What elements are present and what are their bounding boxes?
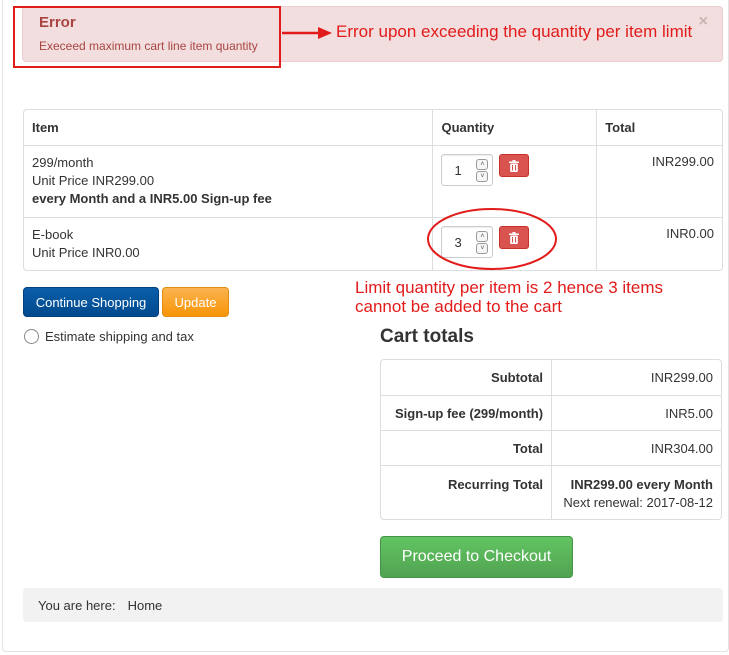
signup-fee-value: INR5.00	[551, 395, 721, 430]
table-header-row: Item Quantity Total	[24, 110, 722, 146]
remove-item-button[interactable]	[499, 154, 530, 177]
totals-row: Subtotal INR299.00	[381, 360, 721, 395]
totals-row: Total INR304.00	[381, 430, 721, 465]
page-frame	[2, 0, 729, 652]
breadcrumb-prefix: You are here:	[38, 597, 116, 613]
annotation-ellipse	[427, 208, 557, 270]
table-row: 299/month Unit Price INR299.00 every Mon…	[24, 146, 722, 217]
item-note: every Month and a INR5.00 Sign-up fee	[32, 191, 272, 206]
signup-fee-label: Sign-up fee (299/month)	[381, 395, 552, 430]
totals-row: Recurring Total INR299.00 every Month Ne…	[381, 465, 721, 519]
proceed-to-checkout-button[interactable]: Proceed to Checkout	[380, 536, 573, 578]
annotation-highlight-box	[13, 6, 281, 68]
estimate-shipping-option[interactable]: Estimate shipping and tax	[24, 329, 194, 344]
header-item: Item	[24, 110, 433, 146]
cart-table: Item Quantity Total 299/month Unit Price…	[23, 109, 723, 271]
item-name: 299/month	[32, 155, 94, 170]
cart-totals-heading: Cart totals	[380, 326, 474, 347]
continue-shopping-button[interactable]: Continue Shopping	[23, 287, 159, 317]
update-button[interactable]: Update	[162, 287, 229, 317]
item-cell: 299/month Unit Price INR299.00 every Mon…	[24, 146, 432, 217]
breadcrumb-home-link[interactable]: Home	[128, 598, 163, 613]
recurring-amount: INR299.00 every Month	[570, 477, 713, 492]
annotation-limit-line2: cannot be added to the cart	[355, 297, 562, 316]
quantity-stepper[interactable]: 1 ˄ ˅	[441, 154, 494, 186]
cart-totals-table: Subtotal INR299.00 Sign-up fee (299/mont…	[380, 359, 722, 520]
spin-up-icon[interactable]: ˄	[476, 159, 489, 170]
subtotal-label: Subtotal	[491, 370, 544, 385]
recurring-total-value: INR299.00 every Month Next renewal: 2017…	[551, 465, 721, 519]
recurring-total-label: Recurring Total	[381, 465, 552, 519]
table-row: E-book Unit Price INR0.00 3 ˄ ˅ INR0.00	[24, 217, 722, 270]
header-total: Total	[596, 110, 722, 146]
annotation-limit-line1: Limit quantity per item is 2 hence 3 ite…	[355, 278, 664, 297]
breadcrumb: You are here: Home	[23, 588, 723, 622]
totals-row: Sign-up fee (299/month) INR5.00	[381, 395, 721, 430]
annotation-limit-note: Limit quantity per item is 2 hence 3 ite…	[355, 278, 663, 316]
header-quantity: Quantity	[432, 110, 597, 146]
estimate-label: Estimate shipping and tax	[45, 329, 194, 344]
subtotal-value: INR299.00	[551, 360, 721, 395]
item-unit-price: Unit Price INR299.00	[32, 173, 155, 188]
spin-down-icon[interactable]: ˅	[476, 171, 489, 182]
estimate-radio[interactable]	[24, 329, 39, 344]
quantity-value[interactable]: 1	[454, 163, 461, 178]
alert-close-icon[interactable]: ×	[699, 13, 708, 31]
trash-icon	[509, 159, 520, 172]
total-value: INR304.00	[551, 430, 721, 465]
item-cell: E-book Unit Price INR0.00	[24, 217, 433, 270]
item-unit-price: Unit Price INR0.00	[32, 245, 140, 260]
total-cell: INR0.00	[596, 217, 722, 270]
total-cell: INR299.00	[596, 146, 722, 217]
annotation-arrow	[282, 27, 332, 39]
total-label: Total	[381, 430, 552, 465]
item-name: E-book	[32, 227, 74, 242]
next-renewal: Next renewal: 2017-08-12	[563, 495, 713, 510]
annotation-error-note: Error upon exceeding the quantity per it…	[336, 22, 693, 41]
